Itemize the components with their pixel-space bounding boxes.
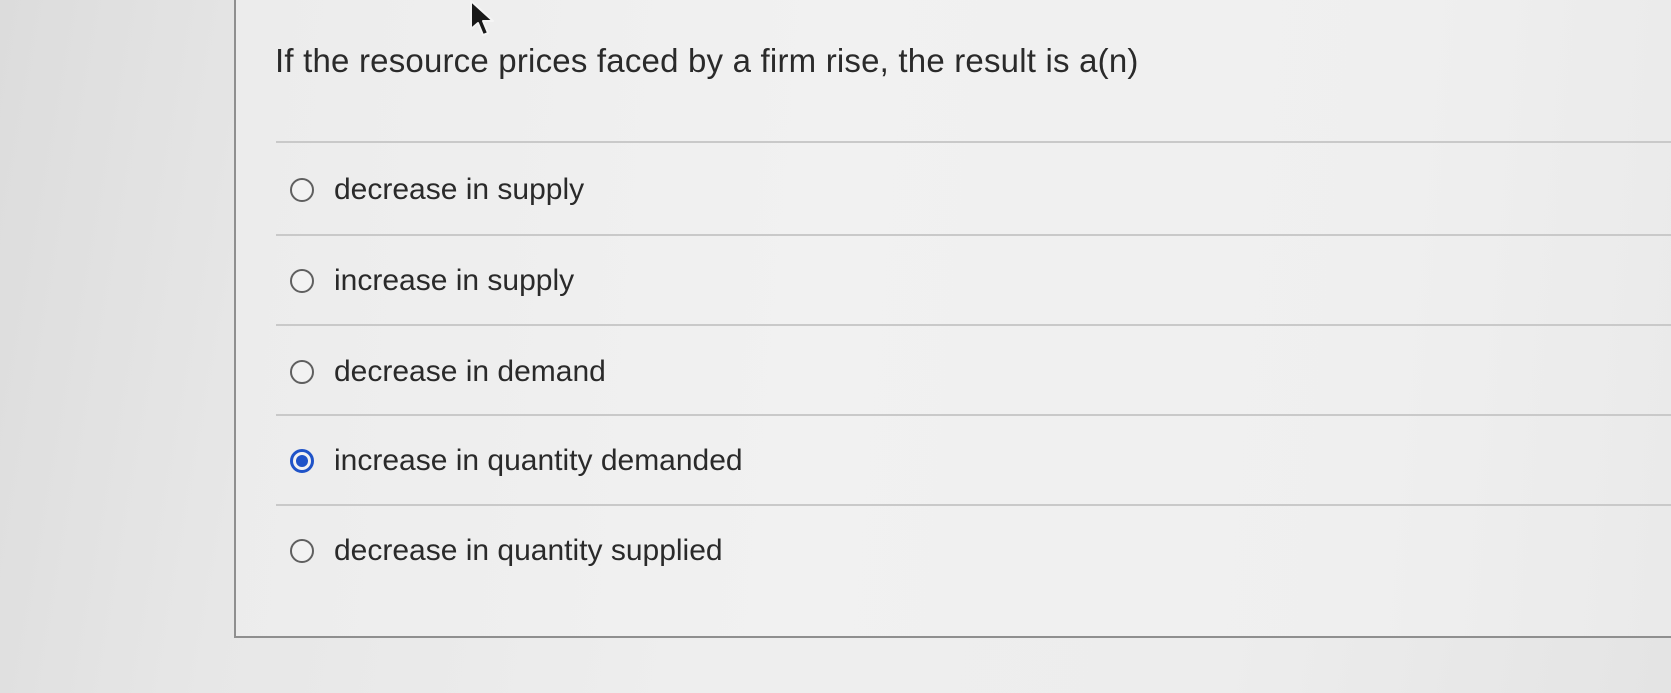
option-label: decrease in quantity supplied [334,534,723,567]
mouse-pointer-icon [470,0,494,36]
answer-option-increase-in-supply[interactable]: increase in supply [290,261,574,301]
question-divider [276,141,1671,143]
option-divider [276,414,1671,416]
option-divider [276,234,1671,236]
radio-button-icon[interactable] [290,178,314,202]
option-label: decrease in demand [334,355,606,388]
option-label: increase in quantity demanded [334,444,743,477]
radio-button-selected-icon[interactable] [290,449,314,473]
radio-button-icon[interactable] [290,539,314,563]
option-divider [276,324,1671,326]
radio-button-icon[interactable] [290,360,314,384]
option-label: decrease in supply [334,173,585,206]
answer-option-decrease-in-quantity-supplied[interactable]: decrease in quantity supplied [290,531,723,571]
answer-option-decrease-in-supply[interactable]: decrease in supply [290,170,584,210]
answer-option-decrease-in-demand[interactable]: decrease in demand [290,352,606,392]
question-text: If the resource prices faced by a firm r… [275,42,1139,79]
option-divider [276,504,1671,506]
option-label: increase in supply [334,264,575,297]
radio-button-icon[interactable] [290,269,314,293]
answer-option-increase-in-quantity-demanded[interactable]: increase in quantity demanded [290,441,743,481]
